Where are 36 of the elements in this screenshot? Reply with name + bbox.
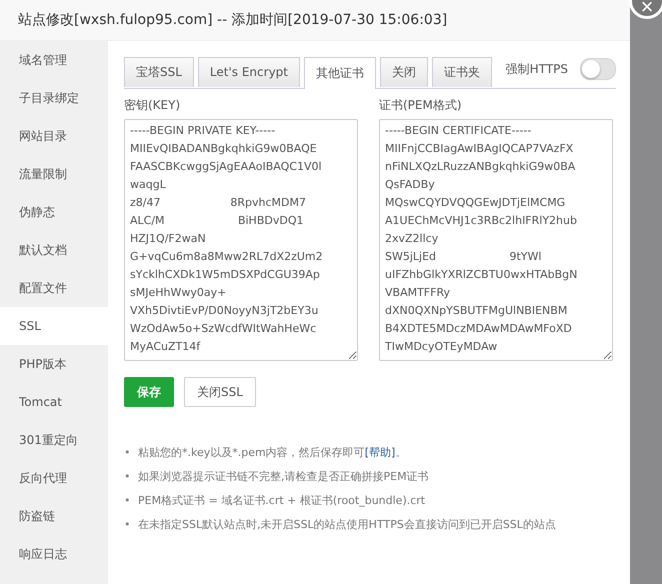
note-text: 如果浏览器提示证书链不完整,请检查是否正确拼接PEM证书 xyxy=(138,469,429,485)
note-text: 在未指定SSL默认站点时,未开启SSL的站点使用HTTPS会直接访问到已开启SSL的站点 xyxy=(138,517,556,533)
sidebar-item[interactable]: 防盗链 xyxy=(0,497,108,535)
tab[interactable]: 宝塔SSL xyxy=(124,57,194,87)
sidebar-item[interactable]: 响应日志 xyxy=(0,535,108,573)
tab[interactable]: 关闭 xyxy=(380,57,428,87)
text-area[interactable]: -----BEGIN CERTIFICATE----- MIIFnjCCBIagAwIBAgIQCAP7VAzFX nFiNLXQzLRuzzANBgkqhkiG9w0BA QsFADBy MQswCQYDVQQGEwJDTjElMCMG A1UEChMcVHJ1c3RBc2lhIFRlY2hub 2xvZ2llcy SW5jLjEd 9tYWl uIFZhbGlkYXRlZCBTU0wxHTAbBgN VBAMTFFRy dXN0QXNpYSBUTFMgUlNBIENBM B4XDTE5MDczMDAwMDAwMFoXD TIwMDcyOTEyMDAw xyxy=(379,119,613,361)
tab[interactable]: 其他证书 xyxy=(304,57,376,89)
toggle-switch[interactable] xyxy=(580,58,616,80)
field-label: 密钥(KEY) xyxy=(124,97,182,114)
field-label: 证书(PEM格式) xyxy=(379,97,463,114)
bullet-icon: • xyxy=(124,513,138,537)
tab[interactable]: Let's Encrypt xyxy=(198,57,300,87)
note-text: PEM格式证书 = 域名证书.crt + 根证书(root_bundle).crt xyxy=(138,493,426,509)
bullet-icon: • xyxy=(124,465,138,489)
sidebar-item[interactable]: PHP版本 xyxy=(0,345,108,383)
text-area[interactable]: -----BEGIN PRIVATE KEY----- MIIEvQIBADANBgkqhkiG9w0BAQE FAASCBKcwggSjAgEAAoIBAQC1V0l waqgL z8/47 8RpvhcMDM7 ALC/M BiHBDvDQ1 HZJ1Q/F2waN G+vqCu6m8a8Mww2RL7dX2zUm2 sYcklhCXDk1W5mDSXPdCGU39Ap sMJeHhWwy0ay+ VXh5DivtiEvP/D0NoyyN3jT2bEY3u WzOdAw5o+SzWcdfWItWahHeWc MyACuZT14f xyxy=(124,119,358,361)
bullet-icon: • xyxy=(124,441,138,465)
sidebar-item[interactable]: 反向代理 xyxy=(0,459,108,497)
note-text: 粘贴您的*.key以及*.pem内容，然后保存即可[帮助]。 xyxy=(138,445,406,461)
sidebar-item[interactable]: 配置文件 xyxy=(0,269,108,307)
sidebar-item[interactable]: 流量限制 xyxy=(0,155,108,193)
tab[interactable]: 证书夹 xyxy=(432,57,492,87)
sidebar-item[interactable]: 网站目录 xyxy=(0,117,108,155)
bullet-icon: • xyxy=(124,489,138,513)
close-ssl-button[interactable]: 关闭SSL xyxy=(184,377,256,407)
sidebar-item[interactable]: Tomcat xyxy=(0,383,108,421)
force-https-label: 强制HTTPS xyxy=(506,60,568,78)
sidebar-item[interactable]: 301重定向 xyxy=(0,421,108,459)
sidebar-item[interactable]: 伪静态 xyxy=(0,193,108,231)
sidebar-item[interactable]: 子目录绑定 xyxy=(0,79,108,117)
window-title: 站点修改[wxsh.fulop95.com] -- 添加时间[2019-07-30 15:06:03] xyxy=(18,11,448,29)
sidebar-item[interactable]: SSL xyxy=(0,307,108,345)
sidebar-item[interactable]: 域名管理 xyxy=(0,41,108,79)
sidebar-item[interactable]: 默认文档 xyxy=(0,231,108,269)
help-link[interactable]: [帮助] xyxy=(364,446,396,459)
